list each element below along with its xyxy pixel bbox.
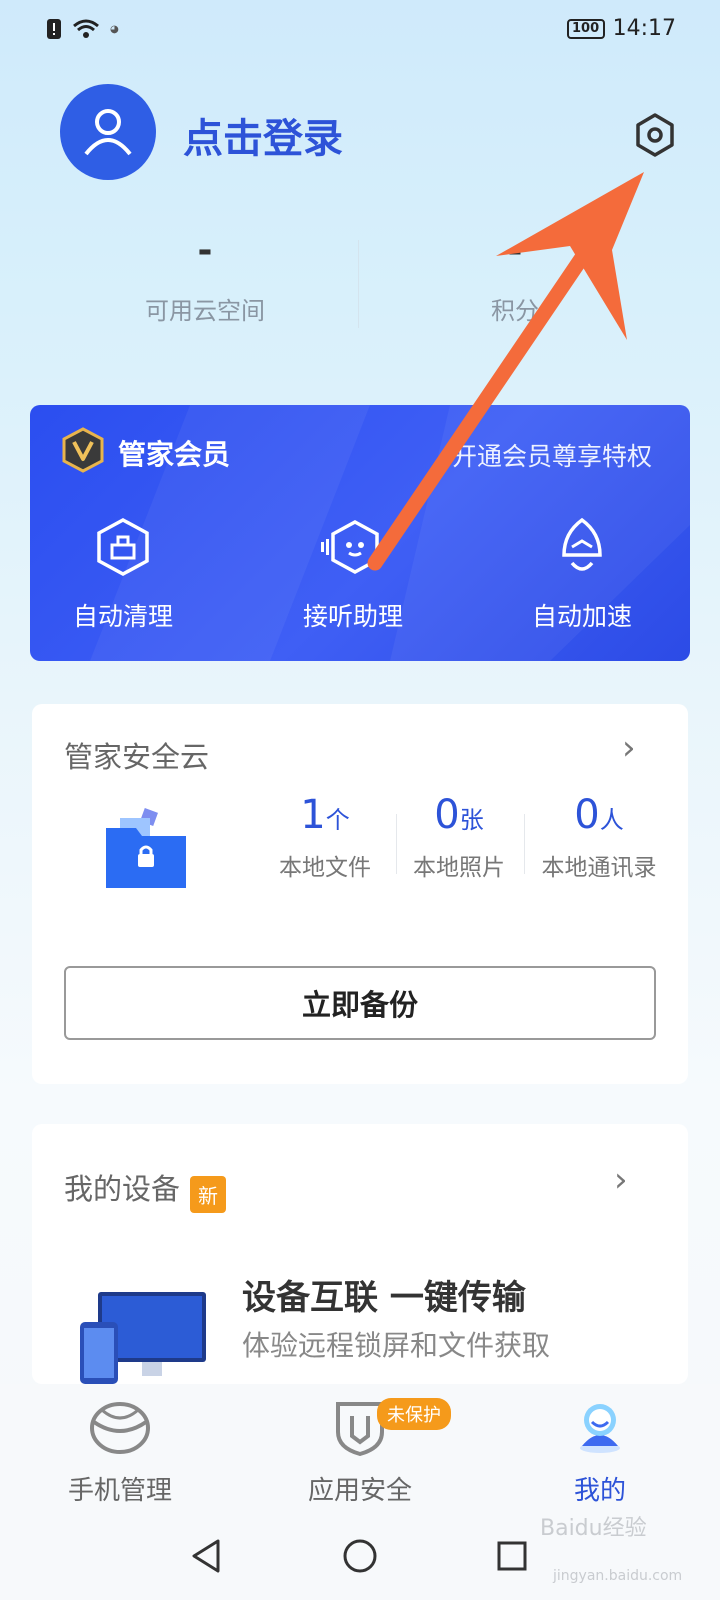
new-badge: 新 — [190, 1176, 227, 1213]
cloud-stat-contacts[interactable]: 0人 本地通讯录 — [532, 792, 666, 882]
member-item-call-assistant[interactable]: 接听助理 — [263, 517, 443, 633]
nav-profile[interactable]: 我的 — [500, 1398, 700, 1507]
member-item-label: 接听助理 — [302, 602, 403, 631]
member-item-auto-clean[interactable]: 自动清理 — [33, 517, 213, 633]
small-status-icon: ◕ — [110, 23, 119, 35]
nav-phone-manager[interactable]: 手机管理 — [20, 1398, 220, 1507]
stat-label: 本地文件 — [279, 855, 371, 881]
member-item-label: 自动清理 — [72, 602, 173, 631]
device-promo-title[interactable]: 设备互联 一键传输 — [242, 1270, 526, 1319]
stat-points[interactable]: - 积分 — [430, 230, 600, 326]
member-upgrade-link[interactable]: 开通会员尊享特权 — [452, 437, 652, 473]
cloud-title: 管家安全云 — [64, 740, 210, 774]
wifi-icon — [73, 19, 99, 38]
stat-divider — [524, 814, 525, 874]
cloud-stat-photos[interactable]: 0张 本地照片 — [404, 792, 514, 882]
chevron-right-icon[interactable]: › — [622, 728, 636, 768]
backup-now-button[interactable]: 立即备份 — [64, 966, 656, 1040]
profile-icon — [580, 1404, 620, 1453]
nav-label: 应用安全 — [307, 1476, 412, 1506]
cleanup-icon — [97, 518, 149, 576]
status-icons-left: ◕ — [46, 18, 119, 40]
watermark-logo: Baidu经验 — [540, 1516, 647, 1541]
member-title: 管家会员 — [118, 438, 231, 471]
stat-value: - — [507, 230, 523, 271]
stat-label: 本地照片 — [413, 855, 505, 881]
stat-divider — [396, 814, 397, 874]
clock: 14:17 — [612, 16, 676, 41]
status-icons-right: 100 14:17 — [566, 16, 676, 41]
recents-icon[interactable] — [496, 1540, 528, 1572]
back-icon[interactable] — [190, 1538, 222, 1574]
stat-number: 0 — [574, 792, 600, 838]
secure-folder-icon — [106, 808, 186, 888]
rocket-icon — [562, 517, 602, 571]
devices-header[interactable]: 我的设备新 — [64, 1166, 227, 1213]
stat-value: - — [197, 230, 213, 271]
stat-unit: 张 — [459, 806, 484, 834]
member-item-label: 自动加速 — [531, 602, 632, 631]
member-card[interactable]: 管家会员 开通会员尊享特权 自动清理 接听助理 自动加速 — [30, 405, 690, 661]
login-link[interactable]: 点击登录 — [183, 106, 343, 164]
stat-cloud-space[interactable]: - 可用云空间 — [120, 230, 290, 326]
devices-title: 我的设备 — [64, 1172, 181, 1206]
user-icon — [84, 109, 132, 156]
unprotected-badge: 未保护 — [377, 1398, 451, 1430]
phone-manager-icon — [90, 1402, 150, 1454]
stat-number: 0 — [434, 792, 460, 838]
security-cloud-card: 管家安全云 › 1个 本地文件 0张 本地照片 0人 本地通讯录 立即备份 — [32, 704, 688, 1084]
stat-unit: 个 — [325, 806, 350, 834]
my-devices-card: 我的设备新 › 设备互联 一键传输 体验远程锁屏和文件获取 — [32, 1124, 688, 1384]
watermark-url: jingyan.baidu.com — [553, 1568, 683, 1584]
nav-label: 我的 — [573, 1476, 626, 1506]
stat-number: 1 — [300, 792, 326, 838]
stat-label: 积分 — [491, 297, 539, 325]
battery-icon: 100 — [566, 18, 605, 39]
stat-label: 本地通讯录 — [541, 855, 657, 881]
status-bar: ◕ 100 14:17 — [0, 0, 720, 60]
nav-app-security[interactable]: 应用安全 未保护 — [260, 1398, 460, 1507]
stat-label: 可用云空间 — [145, 297, 265, 325]
stat-unit: 人 — [599, 806, 624, 834]
call-assistant-icon — [321, 520, 379, 574]
notification-icon — [47, 19, 61, 39]
member-item-auto-speedup[interactable]: 自动加速 — [492, 517, 672, 633]
settings-icon[interactable] — [632, 112, 678, 158]
nav-label: 手机管理 — [67, 1476, 172, 1506]
bottom-nav: 手机管理 应用安全 未保护 我的 — [0, 1384, 720, 1514]
chevron-right-icon[interactable]: › — [614, 1160, 628, 1200]
vip-badge-icon — [62, 427, 104, 473]
home-icon[interactable] — [342, 1538, 378, 1574]
avatar[interactable] — [60, 84, 156, 180]
device-promo-subtitle: 体验远程锁屏和文件获取 — [242, 1329, 551, 1362]
stat-divider — [358, 240, 359, 328]
devices-illustration-icon — [80, 1292, 206, 1384]
cloud-stat-files[interactable]: 1个 本地文件 — [270, 792, 380, 882]
